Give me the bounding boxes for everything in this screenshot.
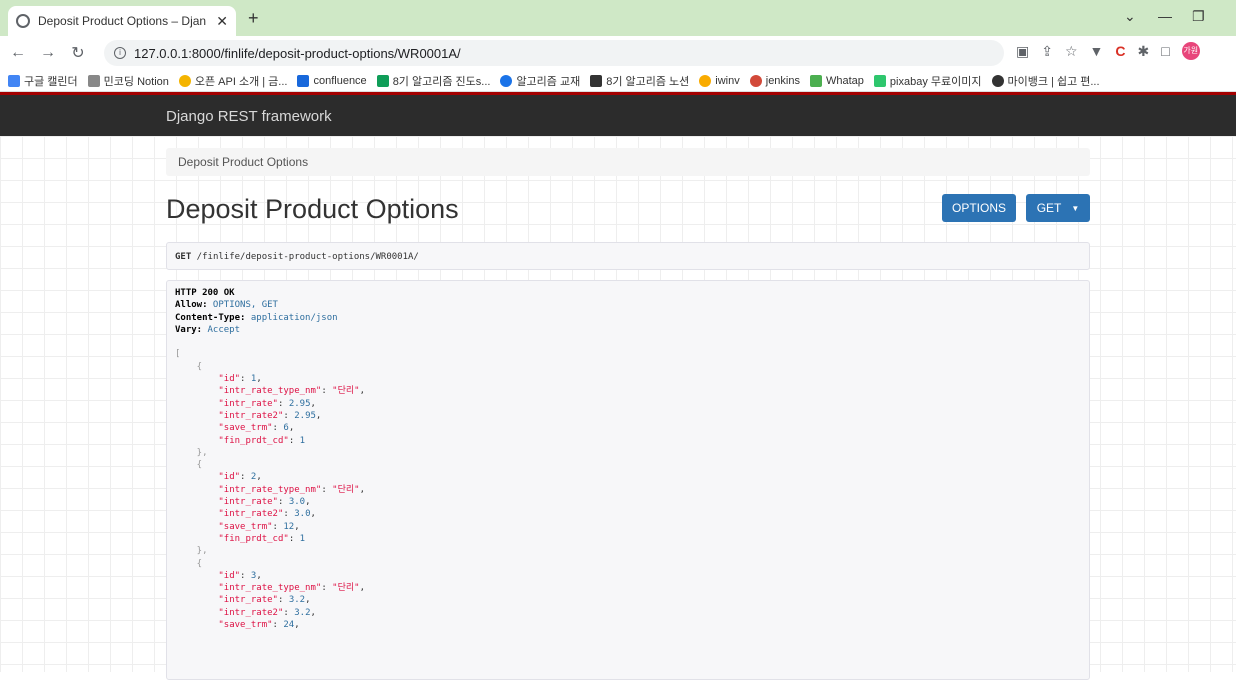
response-status: HTTP 200 OK <box>175 288 235 298</box>
breadcrumb: Deposit Product Options <box>166 148 1090 176</box>
json-value: 3.0 <box>288 497 306 508</box>
bookmark-item[interactable]: pixabay 무료이미지 <box>873 73 982 89</box>
tab-strip: Deposit Product Options – Djan ✕ + ⌄ — ❐ <box>0 0 1236 36</box>
get-button-label: GET <box>1036 201 1062 215</box>
back-icon[interactable]: ← <box>6 44 30 62</box>
json-value: 12 <box>283 521 295 532</box>
browser-toolbar: ← → ↻ i 127.0.0.1:8000/finlife/deposit-p… <box>0 36 1236 70</box>
bookmark-item[interactable]: 8기 알고리즘 진도s... <box>376 73 490 89</box>
header-value: application/json <box>245 312 338 323</box>
tab-title: Deposit Product Options – Djan <box>38 14 207 28</box>
json-value: "단리" <box>332 484 360 495</box>
close-tab-icon[interactable]: ✕ <box>216 13 228 30</box>
bookmark-item[interactable]: Whatap <box>810 74 864 87</box>
extension-c-icon[interactable]: C <box>1115 43 1125 59</box>
bookmark-icon <box>297 74 310 87</box>
forward-icon[interactable]: → <box>36 44 60 62</box>
maximize-icon[interactable]: ❐ <box>1192 8 1205 25</box>
bookmark-icon <box>590 74 603 87</box>
drf-brand-link[interactable]: Django REST framework <box>166 108 332 125</box>
json-value: 24 <box>283 620 295 631</box>
bookmark-icon <box>749 74 762 87</box>
bookmark-item[interactable]: jenkins <box>749 74 800 87</box>
bookmark-item[interactable]: 알고리즘 교재 <box>500 73 580 89</box>
bookmark-item[interactable]: 구글 캘린더 <box>8 73 78 89</box>
bookmark-icon <box>8 74 20 87</box>
share-icon[interactable]: ⇪ <box>1041 43 1053 60</box>
header-key: Content-Type: <box>175 312 246 323</box>
info-icon[interactable]: i <box>114 47 126 59</box>
bookmark-item[interactable]: 민코딩 Notion <box>87 73 169 89</box>
bookmarks-bar: 구글 캘린더 민코딩 Notion 오픈 API 소개 | 금... confl… <box>0 70 1236 92</box>
minimize-icon[interactable]: — <box>1158 8 1172 24</box>
bookmark-icon <box>810 74 822 87</box>
json-value: 3.2 <box>294 607 311 618</box>
url-text: 127.0.0.1:8000/finlife/deposit-product-o… <box>134 45 461 61</box>
json-value: 2.95 <box>294 410 316 421</box>
json-value: 1 <box>299 435 306 446</box>
bookmark-item[interactable]: iwinv <box>699 74 740 87</box>
bookmark-icon <box>991 74 1004 87</box>
bookmark-item[interactable]: 마이뱅크 | 쉽고 편... <box>991 73 1100 89</box>
bookmark-star-icon[interactable]: ☆ <box>1065 43 1078 60</box>
json-value: 1 <box>250 374 257 385</box>
reload-icon[interactable]: ↻ <box>66 43 90 63</box>
page-content: Deposit Product Options Deposit Product … <box>0 136 1236 680</box>
toolbar-icons: ▣ ⇪ ☆ ▼ C ✱ □ 가원 <box>1016 42 1200 60</box>
bookmark-item[interactable]: 오픈 API 소개 | 금... <box>178 73 287 89</box>
side-panel-icon[interactable]: □ <box>1161 43 1169 59</box>
translate-icon[interactable]: ▣ <box>1016 43 1029 60</box>
header-value: Accept <box>202 324 241 335</box>
request-path: /finlife/deposit-product-options/WR0001A… <box>191 252 419 262</box>
bookmark-icon <box>500 74 513 87</box>
json-value: "단리" <box>332 386 360 397</box>
address-bar[interactable]: i 127.0.0.1:8000/finlife/deposit-product… <box>104 40 1004 66</box>
bookmark-icon <box>178 74 191 87</box>
drf-navbar: Django REST framework <box>0 92 1236 136</box>
json-value: 2.95 <box>288 398 311 409</box>
get-button[interactable]: GET ▼ <box>1026 194 1090 222</box>
profile-avatar[interactable]: 가원 <box>1181 42 1200 60</box>
response-body: HTTP 200 OK Allow: OPTIONS, GET Content-… <box>166 280 1090 680</box>
request-info: GET /finlife/deposit-product-options/WR0… <box>166 242 1090 270</box>
header-value: OPTIONS, GET <box>207 300 278 311</box>
json-value: 3 <box>250 570 257 581</box>
new-tab-icon[interactable]: + <box>248 8 259 29</box>
bookmark-icon <box>699 74 712 87</box>
extension-v-icon[interactable]: ▼ <box>1090 43 1104 59</box>
header-key: Allow: <box>175 300 208 311</box>
json-value: 1 <box>299 533 306 544</box>
bookmark-item[interactable]: 8기 알고리즘 노션 <box>590 73 689 89</box>
tab-search-icon[interactable]: ⌄ <box>1124 8 1136 25</box>
extensions-puzzle-icon[interactable]: ✱ <box>1138 43 1150 60</box>
bookmark-icon <box>873 74 886 87</box>
browser-tab[interactable]: Deposit Product Options – Djan ✕ <box>8 6 236 36</box>
breadcrumb-item[interactable]: Deposit Product Options <box>178 155 308 169</box>
bookmark-icon <box>87 74 100 87</box>
header-key: Vary: <box>175 324 203 335</box>
page-title: Deposit Product Options <box>166 194 459 224</box>
bookmark-icon <box>376 74 389 87</box>
bookmark-item[interactable]: confluence <box>297 74 367 87</box>
request-method: GET <box>175 252 192 262</box>
options-button[interactable]: OPTIONS <box>942 194 1016 222</box>
json-value: 6 <box>283 423 289 434</box>
json-value: 3.2 <box>288 595 306 606</box>
globe-icon <box>16 14 30 28</box>
json-value: 2 <box>250 472 257 483</box>
json-value: "단리" <box>332 583 360 594</box>
caret-down-icon[interactable]: ▼ <box>1071 204 1079 213</box>
json-value: 3.0 <box>294 509 311 520</box>
